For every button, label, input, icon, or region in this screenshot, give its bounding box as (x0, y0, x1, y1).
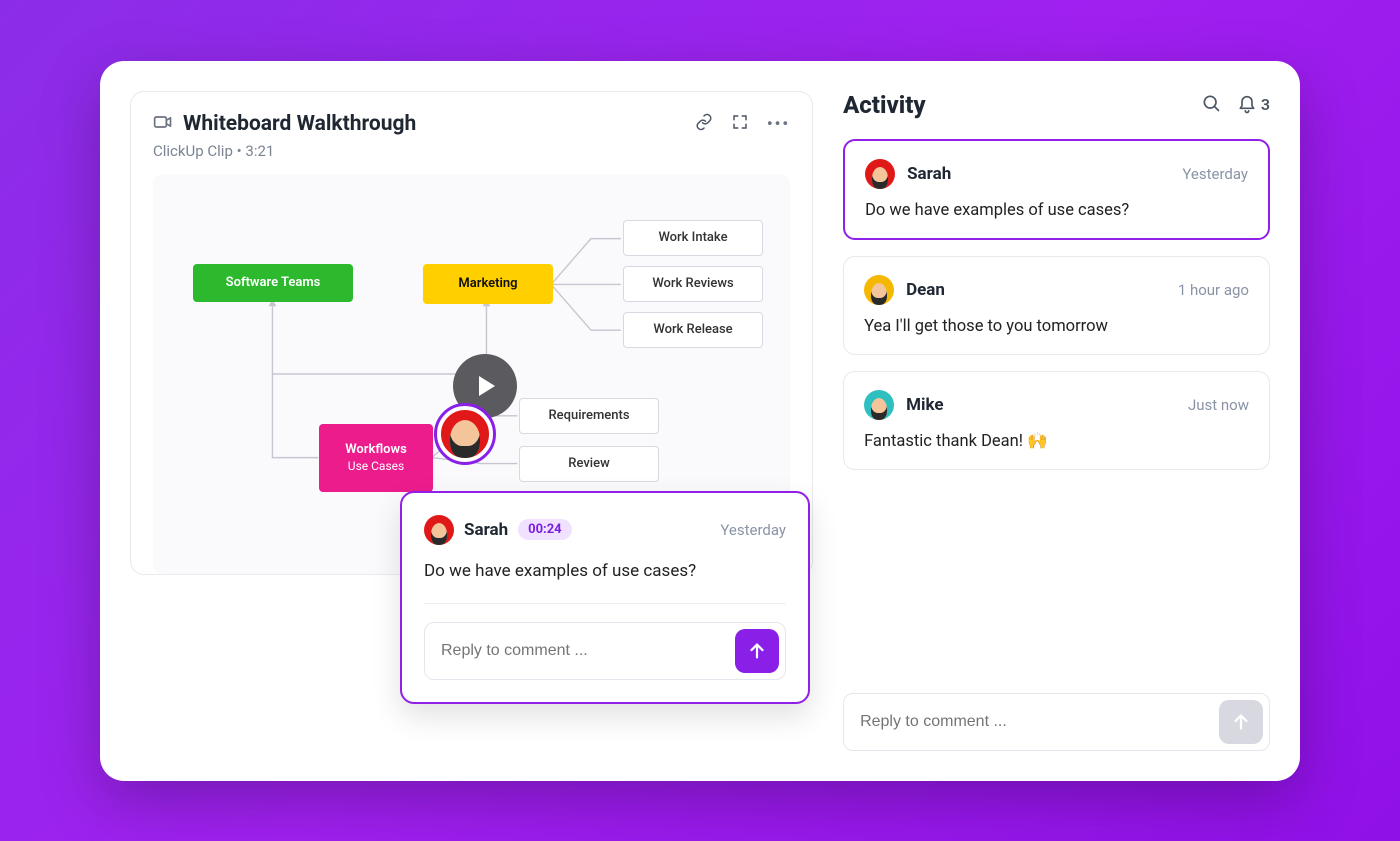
diagram-node-workflows: Workflows Use Cases (319, 424, 433, 492)
bell-icon (1237, 95, 1257, 115)
narrator-avatar (437, 406, 493, 462)
popover-date: Yesterday (720, 521, 786, 539)
diagram-node-marketing: Marketing (423, 264, 553, 304)
activity-send-button[interactable] (1219, 700, 1263, 744)
activity-message: Fantastic thank Dean! 🙌 (864, 432, 1249, 451)
popover-reply-input[interactable] (441, 642, 735, 660)
avatar (424, 515, 454, 545)
activity-message: Yea I'll get those to you tomorrow (864, 317, 1249, 336)
popover-reply-row (424, 622, 786, 680)
more-icon[interactable]: ••• (767, 114, 790, 133)
activity-author: Dean (906, 280, 945, 300)
activity-item[interactable]: Dean 1 hour ago Yea I'll get those to yo… (843, 256, 1270, 355)
activity-message: Do we have examples of use cases? (865, 201, 1248, 220)
activity-panel: Activity 3 Sarah Yesterday Do we have ex… (843, 91, 1270, 751)
popover-author: Sarah (464, 520, 508, 540)
activity-reply-input[interactable] (860, 713, 1219, 731)
video-icon (153, 112, 173, 136)
popover-send-button[interactable] (735, 629, 779, 673)
activity-date: Just now (1188, 396, 1249, 414)
link-icon[interactable] (695, 113, 713, 135)
timestamp-pill[interactable]: 00:24 (518, 519, 572, 540)
app-card: Whiteboard Walkthrough ••• ClickUp Clip … (100, 61, 1300, 781)
diagram-node-release: Work Release (623, 312, 763, 348)
popover-message: Do we have examples of use cases? (424, 561, 786, 604)
avatar (865, 159, 895, 189)
expand-icon[interactable] (731, 113, 749, 135)
notifications-button[interactable]: 3 (1237, 95, 1270, 115)
diagram-node-requirements: Requirements (519, 398, 659, 434)
activity-item[interactable]: Sarah Yesterday Do we have examples of u… (843, 139, 1270, 240)
activity-title: Activity (843, 91, 1185, 119)
clip-header: Whiteboard Walkthrough ••• (153, 112, 790, 136)
activity-author: Mike (906, 395, 943, 415)
diagram-node-software: Software Teams (193, 264, 353, 302)
notification-count: 3 (1261, 95, 1270, 114)
clip-panel: Whiteboard Walkthrough ••• ClickUp Clip … (130, 91, 813, 751)
activity-header: Activity 3 (843, 91, 1270, 119)
clip-title: Whiteboard Walkthrough (183, 112, 416, 136)
activity-item[interactable]: Mike Just now Fantastic thank Dean! 🙌 (843, 371, 1270, 470)
activity-date: Yesterday (1182, 165, 1248, 183)
comment-popover: Sarah 00:24 Yesterday Do we have example… (400, 491, 810, 704)
diagram-node-reviews: Work Reviews (623, 266, 763, 302)
avatar (864, 390, 894, 420)
diagram-node-review: Review (519, 446, 659, 482)
activity-list: Sarah Yesterday Do we have examples of u… (843, 139, 1270, 693)
clip-subtitle: ClickUp Clip • 3:21 (153, 142, 790, 160)
search-icon[interactable] (1201, 93, 1221, 117)
activity-reply-row (843, 693, 1270, 751)
diagram-node-intake: Work Intake (623, 220, 763, 256)
avatar (864, 275, 894, 305)
activity-author: Sarah (907, 164, 951, 184)
activity-date: 1 hour ago (1178, 281, 1249, 299)
